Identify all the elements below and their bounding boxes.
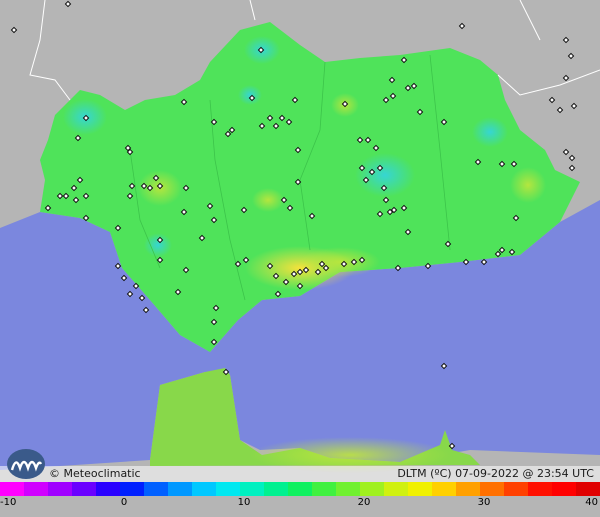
color-scale-swatch	[168, 482, 193, 496]
color-scale-swatch	[480, 482, 505, 496]
color-scale-tick-label: 40	[585, 497, 598, 508]
color-scale-swatch	[24, 482, 49, 496]
color-scale-tick-label: -10	[0, 497, 17, 508]
color-scale-bar	[0, 482, 600, 496]
color-scale-swatch	[192, 482, 217, 496]
color-scale-swatch	[144, 482, 169, 496]
color-scale-swatch	[456, 482, 481, 496]
color-scale-swatch	[504, 482, 529, 496]
color-scale-swatch	[216, 482, 241, 496]
variable-label: DLTM (ºC)	[397, 467, 452, 480]
color-scale-swatch	[576, 482, 600, 496]
meteoclimatic-logo	[7, 449, 45, 479]
color-scale-swatch	[432, 482, 457, 496]
temperature-map	[0, 0, 600, 517]
color-scale-swatch	[120, 482, 145, 496]
color-scale-tick-label: 10	[237, 497, 251, 508]
color-scale-swatch	[336, 482, 361, 496]
color-scale-tick-label: 30	[477, 497, 491, 508]
datetime-label: 07-09-2022 @ 23:54 UTC	[455, 467, 594, 480]
color-scale-swatch	[72, 482, 97, 496]
color-scale-swatch	[264, 482, 289, 496]
credit-label: © Meteoclimatic	[49, 467, 141, 480]
color-scale-ticks: -10 0 10 20 30 40	[0, 497, 600, 513]
color-scale-swatch	[384, 482, 409, 496]
color-scale-swatch	[408, 482, 433, 496]
color-scale-swatch	[0, 482, 25, 496]
color-scale-tick-label: 0	[120, 497, 128, 508]
color-scale-swatch	[48, 482, 73, 496]
color-scale-swatch	[288, 482, 313, 496]
color-scale-tick-label: 20	[357, 497, 371, 508]
color-scale-swatch	[528, 482, 553, 496]
color-scale-swatch	[552, 482, 577, 496]
color-scale-swatch	[360, 482, 385, 496]
color-scale-swatch	[96, 482, 121, 496]
color-scale-swatch	[240, 482, 265, 496]
map-info-label: DLTM (ºC) 07-09-2022 @ 23:54 UTC	[397, 467, 594, 480]
color-scale-swatch	[312, 482, 337, 496]
